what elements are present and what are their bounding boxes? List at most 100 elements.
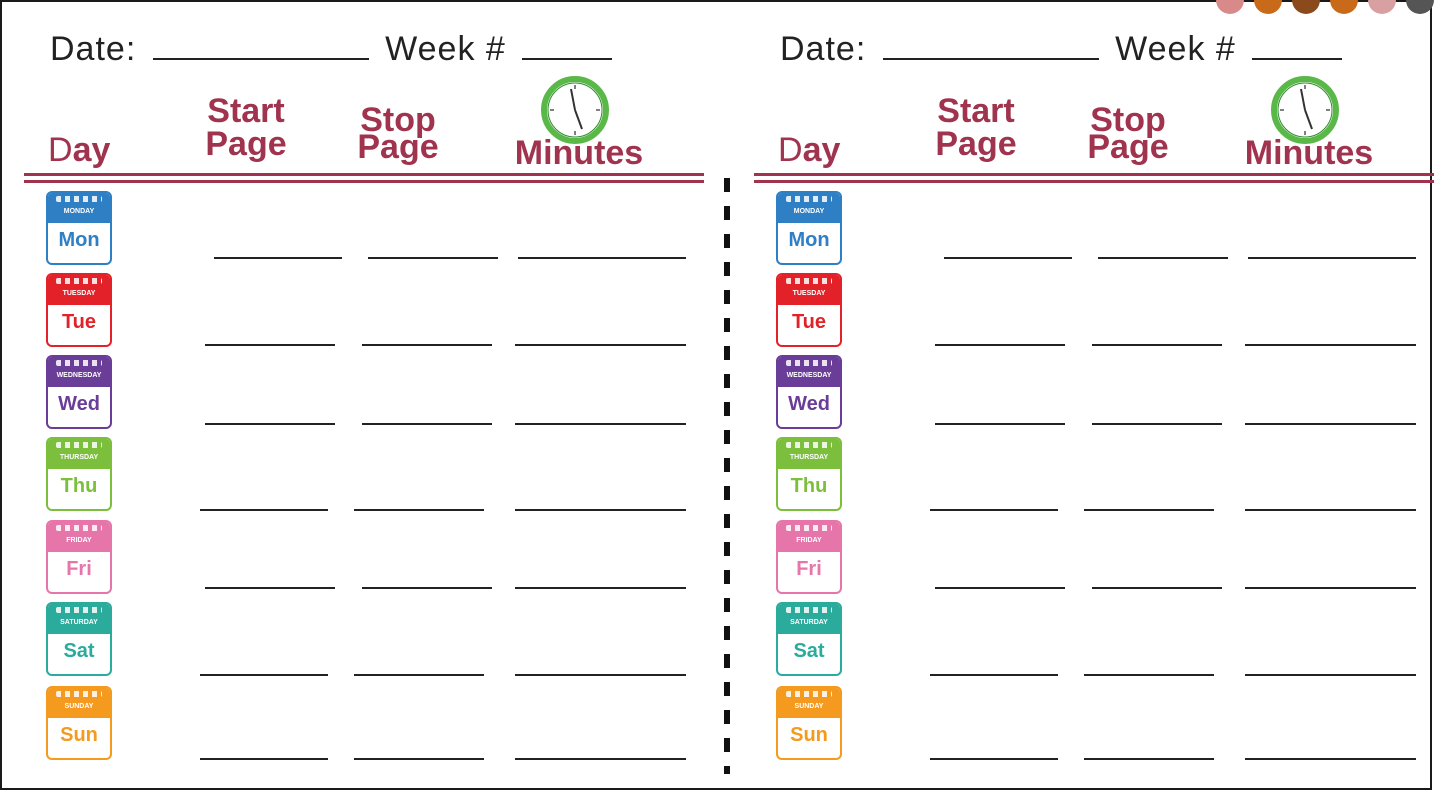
start-page-blank[interactable] [214, 257, 342, 259]
start-page-blank[interactable] [935, 423, 1065, 425]
calendar-day-abbrev: Mon [788, 229, 830, 251]
minutes-blank[interactable] [1248, 257, 1416, 259]
date-blank [882, 34, 1099, 60]
day-row: MONDAY Mon [24, 191, 704, 273]
calendar-day-abbrev: Sun [60, 724, 98, 746]
stop-page-blank[interactable] [362, 344, 492, 346]
day-row: FRIDAY Fri [754, 520, 1434, 602]
header-rule-bottom [754, 180, 1434, 183]
stop-page-blank[interactable] [1092, 587, 1222, 589]
stop-page-blank[interactable] [354, 509, 484, 511]
start-page-blank[interactable] [944, 257, 1072, 259]
minutes-blank[interactable] [1245, 758, 1416, 760]
minutes-blank[interactable] [515, 674, 686, 676]
day-header: Day [778, 131, 841, 169]
minutes-blank[interactable] [1245, 344, 1416, 346]
minutes-blank[interactable] [515, 587, 686, 589]
start-page-blank[interactable] [205, 344, 335, 346]
calendar-weekday-label: SUNDAY [794, 703, 824, 710]
day-row: WEDNESDAY Wed [24, 355, 704, 437]
day-row: TUESDAY Tue [24, 273, 704, 355]
calendar-day-abbrev: Sun [790, 724, 828, 746]
calendar-day-abbrev: Thu [60, 475, 98, 497]
stop-page-blank[interactable] [1084, 674, 1214, 676]
stop-page-blank[interactable] [354, 674, 484, 676]
stop-page-blank[interactable] [354, 758, 484, 760]
cut-line-divider [724, 178, 730, 774]
calendar-day-abbrev: Wed [788, 393, 830, 415]
calendar-icon: MONDAY Mon [46, 191, 112, 265]
start-page-blank[interactable] [935, 344, 1065, 346]
calendar-icon: TUESDAY Tue [46, 273, 112, 347]
date-week-line: Date: Week # [50, 30, 618, 69]
minutes-header: Minutes [1244, 134, 1374, 172]
start-page-header: Start Page [205, 92, 287, 163]
day-row: THURSDAY Thu [24, 437, 704, 519]
calendar-weekday-label: THURSDAY [59, 454, 99, 461]
stop-page-blank[interactable] [362, 587, 492, 589]
day-row: MONDAY Mon [754, 191, 1434, 273]
calendar-weekday-label: WEDNESDAY [56, 372, 102, 379]
calendar-day-abbrev: Fri [796, 558, 822, 580]
minutes-blank[interactable] [518, 257, 686, 259]
calendar-day-abbrev: Tue [61, 311, 97, 333]
date-blank [152, 34, 369, 60]
calendar-weekday-label: SATURDAY [60, 619, 98, 626]
calendar-icon: FRIDAY Fri [46, 520, 112, 594]
stop-page-blank[interactable] [368, 257, 498, 259]
day-row: SATURDAY Sat [754, 602, 1434, 684]
calendar-weekday-label: TUESDAY [62, 290, 96, 297]
calendar-icon: SUNDAY Sun [46, 686, 112, 760]
start-page-blank[interactable] [205, 423, 335, 425]
day-header: Day [48, 131, 111, 169]
calendar-day-abbrev: Fri [66, 558, 92, 580]
reading-log-panel-right: Date: Week # Day Start Page Stop Page Minu… [754, 0, 1448, 774]
stop-page-blank[interactable] [362, 423, 492, 425]
week-blank [522, 34, 613, 60]
minutes-blank[interactable] [515, 758, 686, 760]
stop-page-blank[interactable] [1092, 344, 1222, 346]
calendar-weekday-label: SATURDAY [790, 619, 828, 626]
start-page-blank[interactable] [200, 674, 328, 676]
stop-page-blank[interactable] [1092, 423, 1222, 425]
stop-page-blank[interactable] [1084, 509, 1214, 511]
minutes-blank[interactable] [515, 423, 686, 425]
calendar-icon: THURSDAY Thu [46, 437, 112, 511]
calendar-weekday-label: FRIDAY [796, 537, 822, 544]
start-page-blank[interactable] [930, 758, 1058, 760]
minutes-blank[interactable] [1245, 423, 1416, 425]
date-label: Date: [50, 30, 137, 68]
day-row: FRIDAY Fri [24, 520, 704, 602]
stop-page-blank[interactable] [1084, 758, 1214, 760]
day-row: SUNDAY Sun [754, 686, 1434, 768]
minutes-blank[interactable] [1245, 674, 1416, 676]
minutes-blank[interactable] [515, 509, 686, 511]
start-page-blank[interactable] [200, 758, 328, 760]
stop-page-header: Stop Page [357, 101, 439, 166]
calendar-weekday-label: TUESDAY [792, 290, 826, 297]
minutes-blank[interactable] [515, 344, 686, 346]
calendar-weekday-label: THURSDAY [789, 454, 829, 461]
start-page-blank[interactable] [205, 587, 335, 589]
calendar-weekday-label: WEDNESDAY [786, 372, 832, 379]
header-rule-top [754, 173, 1434, 176]
start-page-blank[interactable] [930, 674, 1058, 676]
start-page-blank[interactable] [935, 587, 1065, 589]
day-row: SUNDAY Sun [24, 686, 704, 768]
start-page-blank[interactable] [200, 509, 328, 511]
minutes-blank[interactable] [1245, 587, 1416, 589]
day-row: SATURDAY Sat [24, 602, 704, 684]
day-row: WEDNESDAY Wed [754, 355, 1434, 437]
stop-page-blank[interactable] [1098, 257, 1228, 259]
calendar-icon: SATURDAY Sat [46, 602, 112, 676]
start-page-blank[interactable] [930, 509, 1058, 511]
day-row: THURSDAY Thu [754, 437, 1434, 519]
calendar-day-abbrev: Sat [63, 640, 95, 662]
minutes-blank[interactable] [1245, 509, 1416, 511]
calendar-day-abbrev: Thu [790, 475, 828, 497]
calendar-weekday-label: FRIDAY [66, 537, 92, 544]
calendar-icon: SUNDAY Sun [776, 686, 842, 760]
week-label: Week # [1115, 30, 1236, 68]
calendar-icon: MONDAY Mon [776, 191, 842, 265]
stop-page-header: Stop Page [1087, 101, 1169, 166]
